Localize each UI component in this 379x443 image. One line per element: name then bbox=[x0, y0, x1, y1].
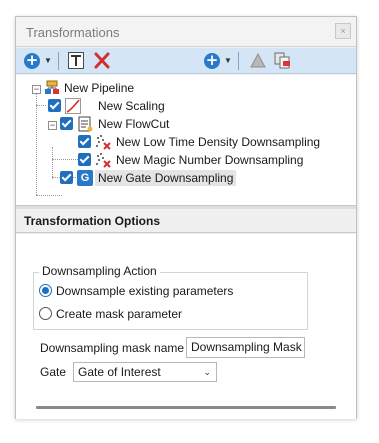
transformation-options: Downsampling Action Downsample existing … bbox=[16, 234, 356, 419]
flowcut-expander-icon[interactable]: − bbox=[48, 121, 57, 130]
text-box-icon[interactable] bbox=[68, 52, 84, 69]
downsampling-scatter-icon bbox=[95, 134, 111, 150]
move-up-icon[interactable] bbox=[250, 52, 266, 69]
pipeline-icon bbox=[44, 80, 60, 96]
radio-label-create-mask[interactable]: Create mask parameter bbox=[56, 307, 182, 321]
horizontal-scrollbar[interactable] bbox=[36, 406, 336, 409]
checkbox-new-flowcut[interactable] bbox=[60, 117, 73, 130]
downsampling-action-group bbox=[33, 272, 308, 330]
root-expander-icon[interactable]: − bbox=[32, 85, 41, 94]
add-step-dropdown-arrow-icon[interactable]: ▼ bbox=[224, 52, 232, 70]
checkbox-magic-number[interactable] bbox=[78, 153, 91, 166]
tree-item-low-time-density[interactable]: New Low Time Density Downsampling bbox=[116, 134, 320, 150]
delete-icon[interactable] bbox=[94, 52, 110, 69]
radio-label-downsample-existing[interactable]: Downsample existing parameters bbox=[56, 284, 233, 298]
scaling-curve-icon bbox=[65, 98, 81, 114]
add-transformation-button[interactable]: + bbox=[24, 53, 40, 69]
toolbar-separator bbox=[238, 52, 239, 70]
tree-item-gate-downsampling[interactable]: New Gate Downsampling bbox=[95, 170, 237, 186]
gate-select-value: Gate of Interest bbox=[78, 365, 161, 379]
group-title: Downsampling Action bbox=[39, 264, 160, 278]
tree-item-magic-number[interactable]: New Magic Number Downsampling bbox=[116, 152, 303, 168]
mask-name-input[interactable]: Downsampling Mask bbox=[186, 337, 305, 358]
tree-connector bbox=[52, 147, 53, 179]
chevron-down-icon: ⌄ bbox=[203, 368, 211, 378]
tree-item-new-pipeline[interactable]: New Pipeline bbox=[64, 80, 134, 96]
title-bar: Transformations × bbox=[16, 17, 356, 47]
radio-create-mask[interactable] bbox=[39, 307, 52, 320]
transformations-panel: Transformations × + ▼ + ▼ − New Pipeline… bbox=[15, 16, 357, 419]
add-step-button[interactable]: + bbox=[204, 53, 220, 69]
tree-connector bbox=[52, 159, 78, 160]
gate-icon: G bbox=[77, 170, 93, 186]
mask-name-label: Downsampling mask name bbox=[40, 341, 185, 355]
gate-select[interactable]: Gate of Interest ⌄ bbox=[73, 362, 217, 382]
checkbox-new-scaling[interactable] bbox=[48, 99, 61, 112]
gate-label: Gate bbox=[40, 365, 67, 379]
tree-item-new-flowcut[interactable]: New FlowCut bbox=[98, 116, 169, 132]
checkbox-gate-downsampling[interactable] bbox=[60, 171, 73, 184]
toolbar-separator bbox=[58, 52, 59, 70]
radio-downsample-existing[interactable] bbox=[39, 284, 52, 297]
pipeline-tree: − New Pipeline New Scaling − New FlowCut… bbox=[16, 75, 356, 205]
copy-icon[interactable] bbox=[274, 52, 292, 69]
flowcut-document-icon bbox=[77, 116, 93, 132]
tree-connector bbox=[36, 105, 46, 106]
panel-title: Transformations bbox=[26, 25, 120, 40]
tree-item-new-scaling[interactable]: New Scaling bbox=[98, 98, 165, 114]
section-header: Transformation Options bbox=[16, 209, 356, 233]
tree-connector bbox=[36, 93, 37, 195]
toolbar: + ▼ + ▼ bbox=[16, 48, 356, 74]
checkbox-low-time-density[interactable] bbox=[78, 135, 91, 148]
add-dropdown-arrow-icon[interactable]: ▼ bbox=[44, 52, 52, 70]
downsampling-scatter-icon bbox=[95, 152, 111, 168]
tree-connector bbox=[36, 195, 62, 196]
close-icon[interactable]: × bbox=[335, 23, 351, 39]
